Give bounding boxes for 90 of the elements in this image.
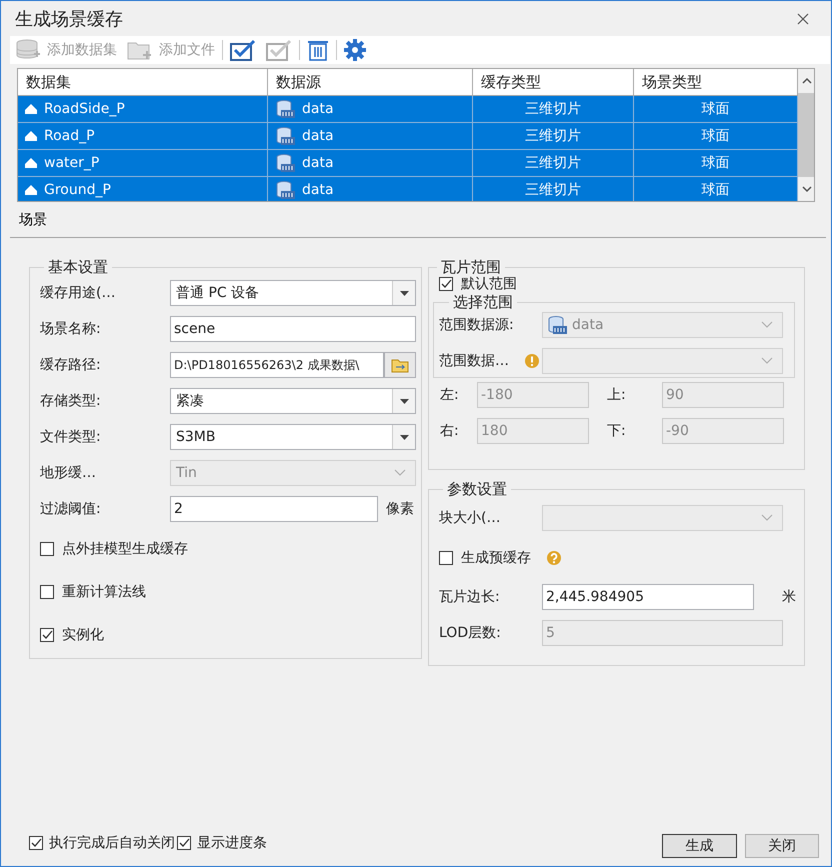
- checkbox-label: 重新计算法线: [62, 582, 146, 600]
- chevron-down-icon: [393, 468, 407, 478]
- checkbox-label: 点外挂模型生成缓存: [62, 540, 188, 558]
- window-title: 生成场景缓存: [15, 8, 123, 30]
- field-label: LOD层数:: [439, 624, 501, 642]
- field-label: 过滤阈值:: [40, 500, 101, 518]
- scroll-thumb[interactable]: [798, 93, 814, 177]
- chevron-down-icon: [760, 356, 774, 366]
- field-label: 缓存用途(…: [40, 284, 116, 302]
- checkbox-check-icon: [230, 39, 256, 61]
- table-cell: data: [302, 101, 334, 117]
- table-cell: Ground_P: [44, 182, 111, 198]
- check-icon: [440, 278, 452, 290]
- checkbox-label: 生成预缓存: [461, 548, 531, 566]
- table-cell: Road_P: [44, 128, 95, 144]
- group-title: 参数设置: [446, 480, 508, 499]
- field-label: 块大小(…: [439, 509, 500, 527]
- field-label: 场景名称:: [40, 320, 101, 338]
- check-icon: [30, 837, 42, 849]
- table-cell: water_P: [44, 155, 100, 171]
- table-row[interactable]: Road_P data 三维切片 球面: [18, 123, 798, 150]
- unit-label: 像素: [386, 500, 414, 518]
- table-row[interactable]: Ground_P data 三维切片 球面: [18, 177, 798, 201]
- chevron-down-icon: [760, 513, 774, 523]
- input-field[interactable]: scene: [170, 316, 416, 342]
- checkbox[interactable]: [40, 584, 54, 598]
- group-title: 瓦片范围: [440, 258, 502, 276]
- field-label: 右:: [440, 422, 460, 440]
- trash-icon: [307, 39, 329, 61]
- checkbox-label: 实例化: [62, 626, 104, 644]
- database-icon: [548, 315, 568, 335]
- group-title: 选择范围: [452, 293, 514, 312]
- table-cell: data: [302, 182, 334, 198]
- table-row[interactable]: water_P data 三维切片 球面: [18, 150, 798, 177]
- dialog-button[interactable]: 关闭: [745, 834, 819, 858]
- database-icon: [276, 180, 296, 200]
- caret-icon: [400, 434, 408, 440]
- field-label: 左:: [440, 386, 460, 404]
- field-label: 地形缓…: [40, 464, 96, 482]
- database-icon: [276, 126, 296, 146]
- field-label: 瓦片边长:: [439, 588, 500, 606]
- dropdown[interactable]: S3MB: [170, 424, 416, 450]
- checkbox-label: 显示进度条: [197, 834, 267, 852]
- table-cell: RoadSide_P: [44, 101, 125, 117]
- dropdown[interactable]: 紧凑: [170, 388, 416, 414]
- checkbox[interactable]: [439, 277, 453, 291]
- field-label: 缓存路径:: [40, 356, 101, 374]
- checkbox-label: 默认范围: [461, 275, 517, 293]
- checkbox[interactable]: [439, 550, 453, 564]
- mound-icon: [24, 157, 38, 169]
- field-label: 范围数据源:: [439, 316, 514, 334]
- field-label: 文件类型:: [40, 428, 101, 446]
- database-icon: [276, 153, 296, 173]
- toolbar-button[interactable]: [341, 37, 369, 63]
- input-field[interactable]: 2,445.984905: [542, 584, 754, 610]
- check-icon: [41, 628, 53, 640]
- chevron-down-icon: [760, 320, 774, 330]
- input-field[interactable]: D:\PD18016556263\2 成果数据\: [170, 352, 384, 378]
- field-label: 上:: [606, 386, 627, 404]
- dialog-button[interactable]: 生成: [662, 834, 737, 858]
- scrollbar[interactable]: [798, 69, 814, 201]
- database-icon: [276, 99, 296, 119]
- checkbox[interactable]: [29, 836, 43, 850]
- checkbox-label: 执行完成后自动关闭: [49, 834, 175, 852]
- input-field[interactable]: 2: [170, 496, 378, 522]
- table-row[interactable]: RoadSide_P data 三维切片 球面: [18, 96, 798, 123]
- mound-icon: [24, 130, 38, 142]
- check-icon: [178, 837, 190, 849]
- caret-icon: [400, 398, 408, 404]
- checkbox[interactable]: [40, 628, 54, 642]
- field-label: 下:: [606, 422, 627, 440]
- field-label: 范围数据…: [439, 352, 509, 370]
- table-cell: data: [302, 128, 334, 144]
- caret-icon: [400, 290, 408, 296]
- dropdown[interactable]: 普通 PC 设备: [170, 280, 416, 306]
- folder-icon: [391, 357, 409, 373]
- close-icon: [797, 12, 809, 24]
- mound-icon: [24, 103, 38, 115]
- checkbox-check-icon: [266, 39, 292, 61]
- table-cell: 三维切片: [473, 177, 634, 201]
- table-cell: data: [302, 155, 334, 171]
- checkbox[interactable]: [40, 542, 54, 556]
- group-title: 基本设置: [47, 258, 109, 277]
- mound-icon: [24, 184, 38, 196]
- database-add-icon: [15, 39, 41, 61]
- unit-label: 米: [782, 588, 796, 606]
- field-label: 存储类型:: [40, 392, 101, 410]
- checkbox[interactable]: [177, 836, 191, 850]
- tab[interactable]: 场景: [10, 211, 56, 237]
- settings-icon: [344, 39, 366, 61]
